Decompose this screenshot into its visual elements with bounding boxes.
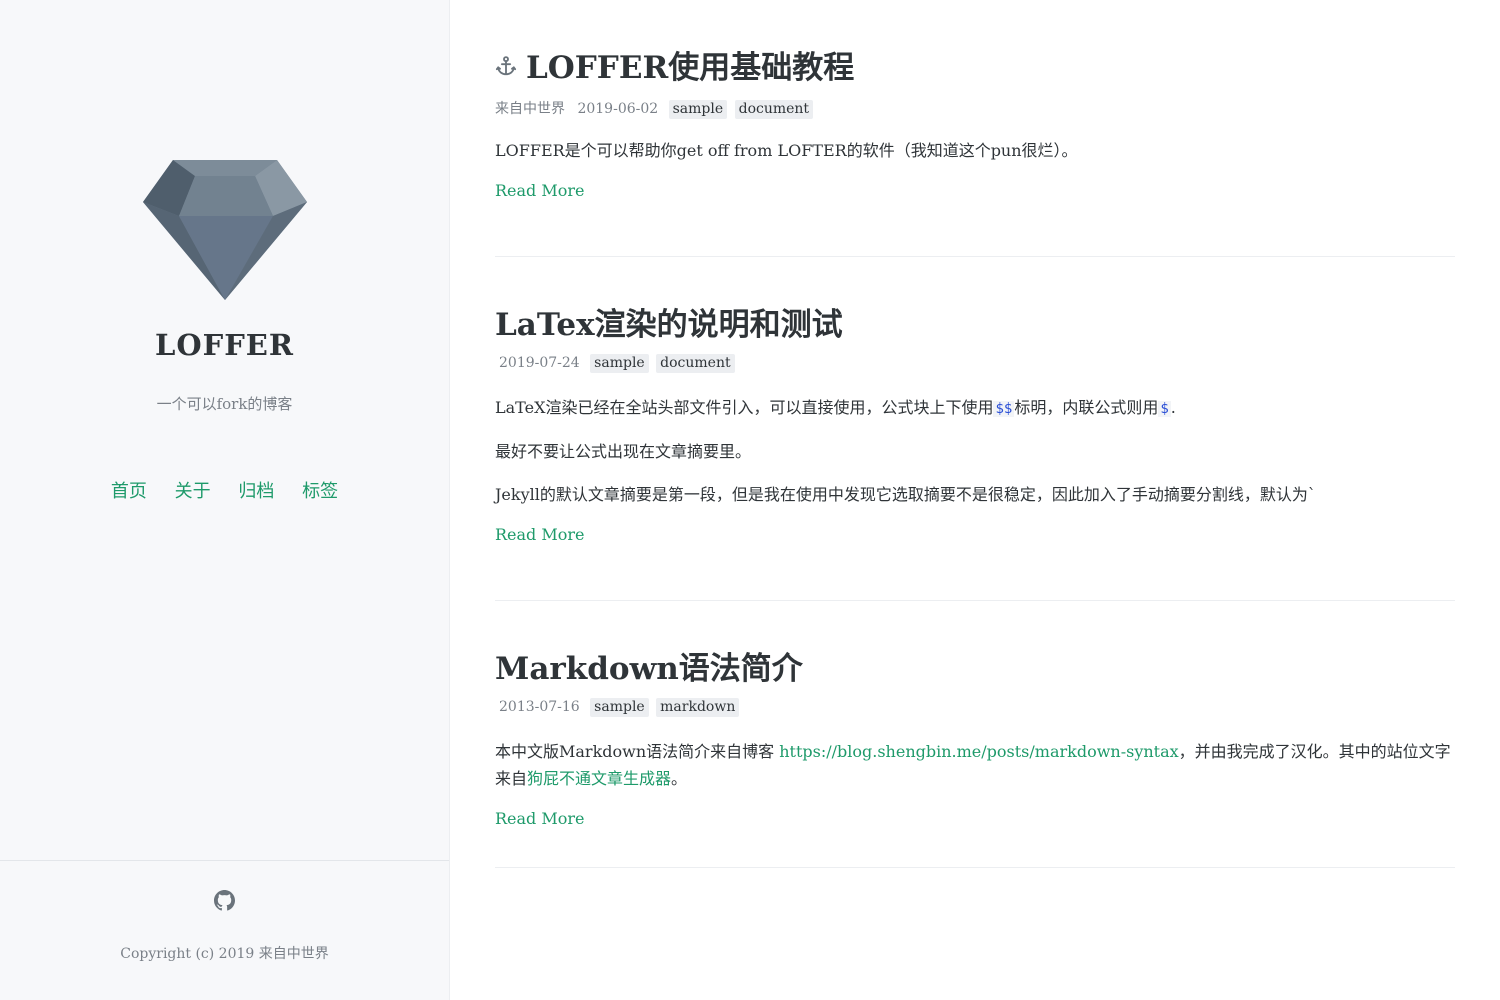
main-nav: 首页 关于 归档 标签 <box>0 477 449 503</box>
post-excerpt: Jekyll的默认文章摘要是第一段，但是我在使用中发现它选取摘要不是很稳定，因此… <box>495 485 1316 504</box>
read-more-link[interactable]: Read More <box>495 525 585 544</box>
read-more-link[interactable]: Read More <box>495 809 585 828</box>
post-excerpt: 最好不要让公式出现在文章摘要里。 <box>495 442 752 461</box>
post-divider <box>495 600 1455 601</box>
post-title-text: LOFFER使用基础教程 <box>526 50 855 86</box>
nav-tags[interactable]: 标签 <box>302 481 338 502</box>
site-title[interactable]: LOFFER <box>0 328 449 362</box>
post-title[interactable]: LOFFER使用基础教程 <box>495 42 854 87</box>
excerpt-text: 本中文版Markdown语法简介来自博客 <box>495 742 780 761</box>
sidebar-top: LOFFER 一个可以fork的博客 首页 关于 归档 标签 <box>0 0 449 861</box>
source-link[interactable]: https://blog.shengbin.me/posts/markdown-… <box>779 742 1178 761</box>
post-date: 2013-07-16 <box>499 699 580 715</box>
post-date: 2019-07-24 <box>499 355 580 371</box>
post-divider <box>495 256 1455 257</box>
excerpt-text: LaTeX渲染已经在全站头部文件引入，可以直接使用，公式块上下使用 <box>495 398 994 417</box>
post-meta: 来自中世界 2019-06-02 sample document <box>495 98 816 119</box>
excerpt-text: . <box>1170 398 1176 417</box>
post-title[interactable]: LaTex渲染的说明和测试 <box>495 299 843 344</box>
post-meta: 2019-07-24 sample document <box>499 354 738 373</box>
tag-markdown[interactable]: markdown <box>656 698 740 717</box>
read-more-link[interactable]: Read More <box>495 181 585 200</box>
post-meta: 2013-07-16 sample markdown <box>499 698 742 717</box>
generator-link[interactable]: 狗屁不通文章生成器 <box>527 769 671 788</box>
diamond-icon[interactable] <box>141 158 309 302</box>
post-excerpt: LOFFER是个可以帮助你get off from LOFTER的软件（我知道这… <box>495 141 1078 160</box>
inline-code: $ <box>1158 401 1171 417</box>
tag-document[interactable]: document <box>734 100 814 119</box>
sidebar: LOFFER 一个可以fork的博客 首页 关于 归档 标签 Copyright… <box>0 0 450 1000</box>
post-excerpt: LaTeX渲染已经在全站头部文件引入，可以直接使用，公式块上下使用 $$ 标明，内联… <box>495 394 1455 423</box>
tag-sample[interactable]: sample <box>668 100 728 119</box>
excerpt-text: 标明，内联公式则用 <box>1014 398 1159 417</box>
post-author: 来自中世界 <box>495 101 565 117</box>
github-icon[interactable] <box>214 890 235 911</box>
copyright: Copyright (c) 2019 来自中世界 <box>120 946 329 962</box>
post-excerpt: 本中文版Markdown语法简介来自博客 https://blog.shengb… <box>495 738 1455 792</box>
tag-document[interactable]: document <box>656 354 735 373</box>
anchor-icon <box>495 56 517 76</box>
tag-sample[interactable]: sample <box>590 354 649 373</box>
inline-code: $$ <box>993 401 1015 417</box>
post-divider <box>495 867 1455 868</box>
nav-home[interactable]: 首页 <box>111 481 147 502</box>
nav-archive[interactable]: 归档 <box>238 481 274 502</box>
post-date: 2019-06-02 <box>577 101 659 117</box>
tag-sample[interactable]: sample <box>590 698 649 717</box>
site-description: 一个可以fork的博客 <box>156 395 293 413</box>
excerpt-text: 。 <box>671 769 688 788</box>
post-title[interactable]: Markdown语法简介 <box>495 643 803 688</box>
nav-about[interactable]: 关于 <box>175 481 211 502</box>
